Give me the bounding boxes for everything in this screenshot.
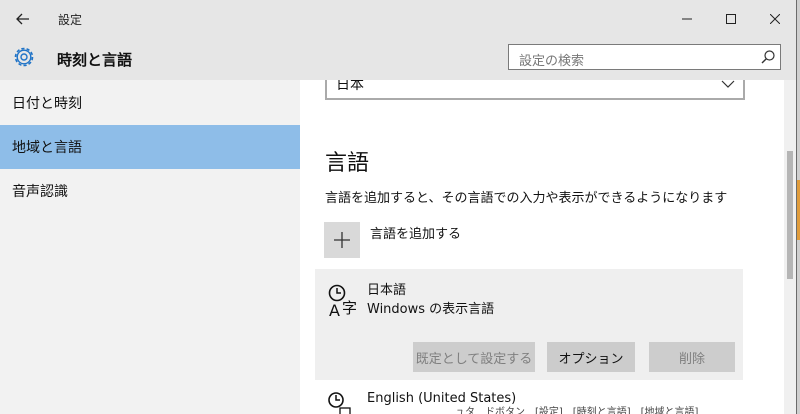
gear-icon xyxy=(14,47,34,67)
settings-window: 設定 時刻と言語 設定の検索 日付と時刻 地域と言語 音声認識 日本 言語 言語… xyxy=(0,0,797,414)
scrollbar-thumb[interactable] xyxy=(787,151,793,279)
search-box[interactable]: 設定の検索 xyxy=(508,44,781,70)
sidebar-item-region-language[interactable]: 地域と言語 xyxy=(0,125,300,169)
sidebar-item-label: 地域と言語 xyxy=(12,140,82,156)
language-font-icon xyxy=(328,392,351,414)
window-title: 設定 xyxy=(58,13,83,27)
plus-icon xyxy=(334,232,350,248)
section-title: 時刻と言語 xyxy=(57,51,133,69)
minimize-button[interactable] xyxy=(664,0,710,38)
title-bar: 設定 xyxy=(0,0,796,38)
background-window-text: ュタ ドボタン [設定] [時刻と言語] [地域と言語] xyxy=(455,407,699,414)
chevron-down-icon xyxy=(721,80,735,88)
search-placeholder: 設定の検索 xyxy=(519,54,585,69)
languages-heading: 言語 xyxy=(325,151,370,176)
sidebar: 日付と時刻 地域と言語 音声認識 xyxy=(0,80,300,414)
sidebar-item-date-time[interactable]: 日付と時刻 xyxy=(0,81,300,125)
languages-description: 言語を追加すると、その言語での入力や表示ができるようになります xyxy=(325,191,728,206)
region-dropdown-value: 日本 xyxy=(336,80,364,93)
region-dropdown[interactable]: 日本 xyxy=(325,80,745,100)
remove-label: 削除 xyxy=(678,351,705,367)
content-pane: 日本 言語 言語を追加すると、その言語での入力や表示ができるようになります 言語… xyxy=(301,80,784,414)
search-icon xyxy=(761,50,775,64)
add-language-button[interactable] xyxy=(324,222,360,258)
scrollbar[interactable] xyxy=(784,80,796,414)
sidebar-item-speech[interactable]: 音声認識 xyxy=(0,169,300,213)
set-default-button[interactable]: 既定として設定する xyxy=(413,342,535,372)
options-button[interactable]: オプション xyxy=(547,342,635,372)
maximize-icon xyxy=(726,14,736,24)
close-button[interactable] xyxy=(752,0,796,38)
svg-text:A: A xyxy=(329,301,340,317)
language-name: 日本語 xyxy=(367,283,407,298)
language-subtitle: Windows の表示言語 xyxy=(367,302,495,317)
close-icon xyxy=(770,14,780,24)
remove-button[interactable]: 削除 xyxy=(649,342,735,372)
set-default-label: 既定として設定する xyxy=(415,351,533,367)
language-item-japanese[interactable]: A 字 日本語 Windows の表示言語 既定として設定する オプション 削除 xyxy=(315,269,743,380)
svg-text:字: 字 xyxy=(342,299,357,317)
sidebar-item-label: 日付と時刻 xyxy=(12,96,82,112)
back-arrow-icon xyxy=(16,13,29,25)
back-button[interactable] xyxy=(8,6,38,32)
maximize-button[interactable] xyxy=(708,0,754,38)
options-label: オプション xyxy=(558,351,624,367)
sidebar-item-label: 音声認識 xyxy=(12,184,68,200)
minimize-icon xyxy=(682,18,692,20)
add-language-label[interactable]: 言語を追加する xyxy=(370,223,461,242)
language-font-icon: A 字 xyxy=(328,284,357,317)
